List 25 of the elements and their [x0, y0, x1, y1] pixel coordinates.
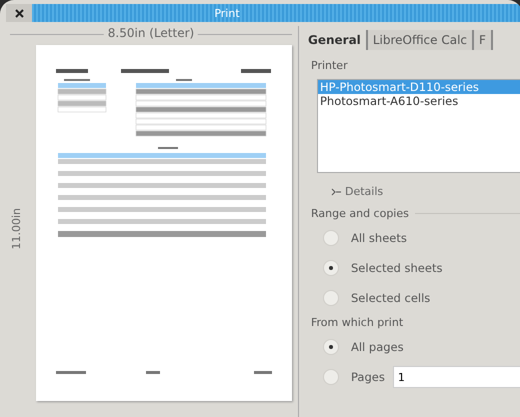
radio-button[interactable]: [323, 260, 339, 276]
window-title: Print: [213, 6, 241, 20]
printer-item[interactable]: HP-Photosmart-D110-series: [318, 80, 520, 94]
close-icon: [14, 8, 24, 18]
radio-label: All sheets: [351, 231, 407, 245]
expander-arrow-icon: [331, 188, 341, 196]
page-width-label: 8.50in (Letter): [104, 26, 198, 40]
page-height-label: 11.00in: [10, 208, 24, 250]
details-expander[interactable]: Details: [311, 183, 384, 204]
printer-label: Printer: [311, 59, 349, 72]
radio-label: Pages: [351, 370, 385, 384]
tab[interactable]: LibreOffice Calc: [368, 30, 474, 50]
radio-button[interactable]: [323, 369, 339, 385]
tab[interactable]: F: [474, 30, 493, 50]
pages-input-field[interactable]: 1: [392, 366, 520, 388]
radio-label: Selected sheets: [351, 261, 442, 275]
radio-label: All pages: [351, 340, 404, 354]
radio-button[interactable]: [323, 339, 339, 355]
print-pages-label: From which print: [311, 316, 404, 329]
radio-button[interactable]: [323, 230, 339, 246]
printer-item[interactable]: Photosmart-A610-series: [318, 94, 520, 108]
radio-label: Selected cells: [351, 291, 430, 305]
close-button[interactable]: [6, 4, 32, 22]
range-label: Range and copies: [311, 207, 409, 220]
radio-button[interactable]: [323, 290, 339, 306]
